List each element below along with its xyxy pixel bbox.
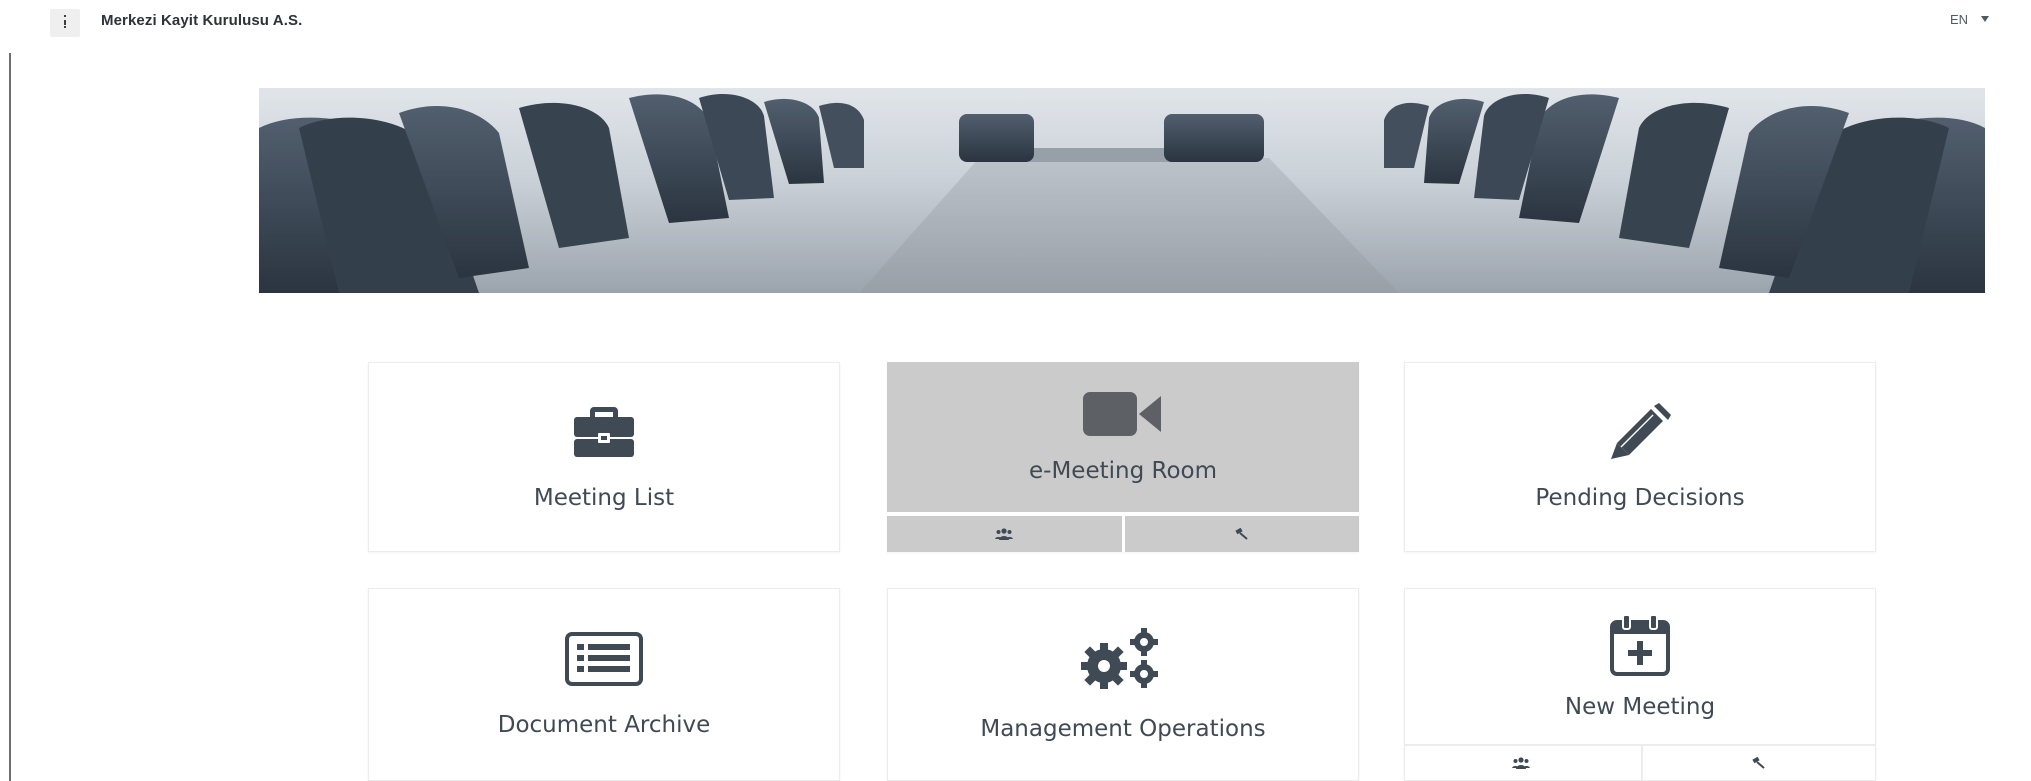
tile-label: Management Operations	[980, 715, 1266, 742]
language-label: EN	[1950, 12, 1969, 27]
boardroom-photo	[259, 88, 1985, 293]
tile-label: New Meeting	[1564, 693, 1716, 720]
users-icon	[995, 525, 1014, 544]
briefcase-icon	[572, 403, 636, 459]
tile-label: Pending Decisions	[1535, 485, 1745, 511]
language-selector[interactable]: EN	[1950, 12, 1990, 27]
meeting-list-tile[interactable]: Meeting List	[368, 362, 840, 552]
caret-down-icon	[1981, 15, 1990, 22]
participants-button[interactable]	[887, 516, 1122, 552]
cogs-icon	[1080, 627, 1166, 690]
tile-label: Document Archive	[497, 711, 711, 738]
top-bar: Merkezi Kayit Kurulusu A.S. EN	[0, 0, 2031, 46]
company-name: Merkezi Kayit Kurulusu A.S.	[101, 12, 303, 29]
pencil-icon	[1607, 403, 1673, 459]
gavel-button[interactable]	[1124, 516, 1359, 552]
gavel-icon	[1752, 754, 1766, 773]
list-document-icon	[565, 631, 643, 686]
tile-label: Meeting List	[533, 485, 675, 511]
calendar-plus-icon	[1610, 613, 1670, 676]
management-operations-tile[interactable]: Management Operations	[887, 588, 1359, 781]
banner-image	[259, 88, 1985, 293]
tile-label: e-Meeting Room	[1029, 458, 1217, 484]
tile-actions	[887, 516, 1359, 552]
new-meeting-tile[interactable]: New Meeting	[1404, 588, 1876, 781]
users-icon	[1512, 754, 1531, 773]
e-meeting-room-tile[interactable]: e-Meeting Room	[887, 362, 1359, 552]
gavel-icon	[1235, 525, 1249, 544]
document-archive-tile[interactable]: Document Archive	[368, 588, 840, 781]
tile-actions	[1405, 744, 1875, 780]
left-divider	[9, 53, 11, 781]
participants-button[interactable]	[1405, 746, 1638, 780]
vertical-ellipsis-icon	[63, 14, 67, 33]
menu-button[interactable]	[50, 9, 80, 37]
gavel-button[interactable]	[1640, 746, 1875, 780]
pending-decisions-tile[interactable]: Pending Decisions	[1404, 362, 1876, 552]
video-camera-icon	[1083, 390, 1163, 438]
